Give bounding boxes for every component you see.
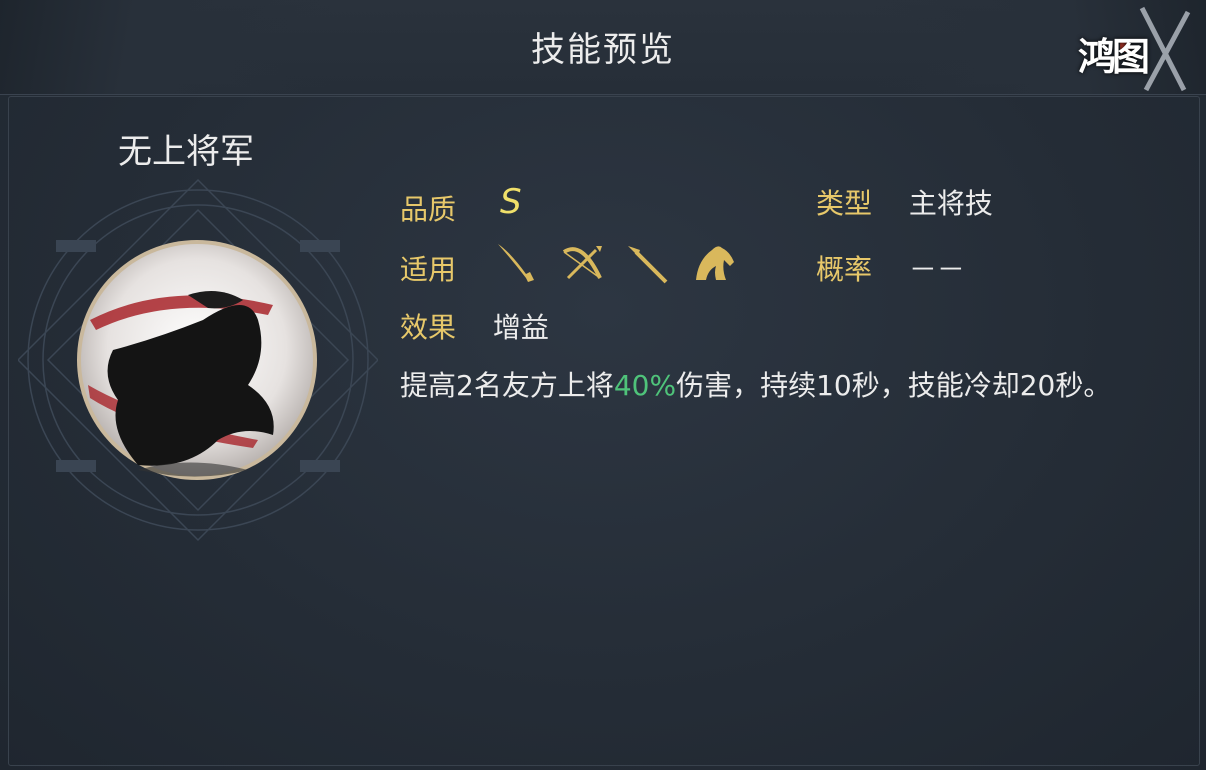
logo-text: 鸿图: [1078, 34, 1150, 79]
description-text-before: 提高2名友方上将: [400, 369, 614, 402]
applicable-label: 适用: [400, 253, 457, 286]
applicable-row: 适用: [400, 248, 456, 288]
spear-icon[interactable]: [622, 238, 674, 290]
chance-row: 概率 －－: [816, 248, 965, 288]
page-title: 技能预览: [531, 30, 675, 70]
type-label: 类型: [816, 187, 873, 220]
title-bar: 技能预览 鸿图: [0, 0, 1206, 95]
quality-value-wrap: S: [500, 182, 522, 222]
type-value: 主将技: [908, 187, 993, 220]
skill-emblem: [16, 170, 380, 550]
sword-icon[interactable]: [490, 238, 542, 290]
horse-icon[interactable]: [688, 238, 740, 290]
game-logo: 鸿图: [1072, 6, 1192, 94]
skill-description: 提高2名友方上将40%伤害，持续10秒，技能冷却20秒。: [400, 358, 1160, 414]
effect-label: 效果: [400, 311, 457, 344]
description-highlight: 40%: [613, 369, 677, 402]
type-row: 类型 主将技: [816, 182, 993, 222]
effect-value: 增益: [492, 311, 549, 344]
effect-row: 效果 增益: [400, 306, 549, 346]
chance-value: －－: [908, 253, 965, 286]
bow-icon[interactable]: [556, 238, 608, 290]
skill-name: 无上将军: [118, 132, 254, 172]
skill-portrait-icon: [16, 178, 380, 542]
chance-label: 概率: [816, 253, 873, 286]
quality-row: 品质: [400, 188, 456, 228]
quality-value: S: [500, 182, 522, 222]
description-text-after: 伤害，持续10秒，技能冷却20秒。: [676, 369, 1112, 402]
quality-label: 品质: [400, 193, 457, 226]
